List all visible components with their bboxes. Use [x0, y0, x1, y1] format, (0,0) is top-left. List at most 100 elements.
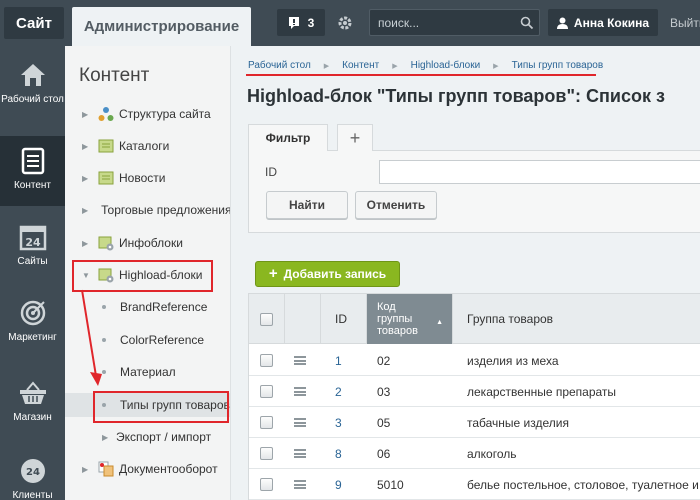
- row-checkbox-cell: [260, 345, 273, 376]
- row-id[interactable]: 2: [335, 376, 342, 407]
- row-code: 06: [377, 446, 391, 461]
- iblock-icon: [98, 139, 114, 153]
- expand-arrow-icon[interactable]: ▶: [82, 142, 90, 151]
- iblock-icon: [98, 171, 114, 185]
- row-checkbox-cell: [260, 376, 273, 407]
- breadcrumb-item[interactable]: Highload-блоки: [411, 60, 481, 71]
- row-id[interactable]: 9: [335, 469, 342, 500]
- table-row[interactable]: 9 5010 белье постельное, столовое, туалетн…: [249, 469, 700, 500]
- row-actions-cell: [294, 376, 306, 407]
- basket-icon: [18, 378, 48, 408]
- site-button[interactable]: Сайт: [4, 7, 64, 39]
- row-actions-cell: [294, 469, 306, 500]
- column-header-group[interactable]: Группа товаров: [453, 294, 700, 344]
- row-group: табачные изделия: [467, 415, 569, 430]
- sort-asc-icon: ▲: [436, 319, 443, 326]
- column-header-id[interactable]: ID: [321, 294, 367, 344]
- table-row[interactable]: 3 05 табачные изделия: [249, 407, 700, 438]
- row-menu-icon[interactable]: [294, 449, 306, 458]
- expand-arrow-icon[interactable]: ▶: [82, 110, 90, 119]
- tree-item-catalogs[interactable]: ▶ Каталоги: [65, 134, 230, 158]
- tree-item-site-structure[interactable]: ▶ Структура сайта: [65, 102, 230, 126]
- row-checkbox[interactable]: [260, 478, 273, 491]
- notifications-count: 3: [307, 15, 315, 30]
- find-button[interactable]: Найти: [266, 191, 348, 219]
- menu-item-clients[interactable]: 24 Клиенты: [0, 456, 65, 500]
- menu-item-marketing[interactable]: Маркетинг: [0, 298, 65, 368]
- row-menu-icon[interactable]: [294, 387, 306, 396]
- expand-arrow-icon[interactable]: ▶: [82, 206, 88, 215]
- admin-button[interactable]: Администрирование: [72, 7, 251, 46]
- row-group: изделия из меха: [467, 353, 559, 368]
- add-filter-tab-button[interactable]: +: [337, 124, 373, 151]
- row-checkbox[interactable]: [260, 385, 273, 398]
- notifications-button[interactable]: 3: [277, 9, 325, 36]
- breadcrumb-item[interactable]: Типы групп товаров: [512, 60, 604, 71]
- infoblock-gear-icon: [98, 236, 114, 251]
- tree-item-offers[interactable]: ▶ Торговые предложения: [65, 198, 230, 222]
- user-menu[interactable]: Анна Кокина: [548, 9, 658, 36]
- menu-item-label: Маркетинг: [8, 332, 57, 343]
- expand-arrow-icon[interactable]: ▶: [102, 433, 110, 442]
- breadcrumb: Рабочий стол ▶ Контент ▶ Highload-блоки …: [248, 60, 603, 71]
- expand-arrow-icon[interactable]: ▶: [82, 239, 90, 248]
- breadcrumb-item[interactable]: Контент: [342, 60, 379, 71]
- search-input[interactable]: [369, 9, 540, 36]
- menu-item-content[interactable]: Контент: [0, 136, 65, 206]
- filter-id-input[interactable]: [379, 160, 700, 184]
- table-header: ID Код группы товаров ▲ Группа товаров: [249, 294, 700, 344]
- menu-item-sites[interactable]: 24 Сайты: [0, 222, 65, 292]
- tree-item-news[interactable]: ▶ Новости: [65, 166, 230, 190]
- menu-item-label: Магазин: [13, 412, 52, 423]
- svg-text:24: 24: [26, 467, 40, 478]
- expand-arrow-icon[interactable]: ▶: [82, 465, 90, 474]
- search-icon[interactable]: [520, 16, 534, 30]
- tree-title: Контент: [79, 65, 150, 86]
- tree-item-label: Материал: [120, 365, 176, 379]
- breadcrumb-highlight: [246, 74, 596, 76]
- clock-24-icon: 24: [18, 456, 48, 486]
- row-id[interactable]: 8: [335, 438, 342, 469]
- expand-arrow-icon[interactable]: ▶: [82, 174, 90, 183]
- row-actions-cell: [294, 407, 306, 438]
- row-checkbox[interactable]: [260, 416, 273, 429]
- tab-filter[interactable]: Фильтр: [248, 124, 328, 151]
- select-all-checkbox[interactable]: [260, 312, 273, 326]
- row-checkbox[interactable]: [260, 447, 273, 460]
- menu-item-desktop[interactable]: Рабочий стол: [0, 60, 65, 130]
- row-checkbox[interactable]: [260, 354, 273, 367]
- tree-item-workflow[interactable]: ▶ Документооборот: [65, 457, 230, 481]
- gear-icon: [338, 16, 352, 30]
- table-row[interactable]: 1 02 изделия из меха: [249, 345, 700, 376]
- row-id[interactable]: 1: [335, 345, 342, 376]
- menu-item-label: Контент: [13, 180, 52, 191]
- table-row[interactable]: 8 06 алкоголь: [249, 438, 700, 469]
- add-record-button[interactable]: + Добавить запись: [255, 261, 400, 287]
- row-menu-icon[interactable]: [294, 418, 306, 427]
- tree-item-label: Экспорт / импорт: [116, 430, 212, 444]
- records-table: ID Код группы товаров ▲ Группа товаров 1…: [248, 293, 700, 500]
- row-menu-icon[interactable]: [294, 480, 306, 489]
- row-menu-icon[interactable]: [294, 356, 306, 365]
- menu-item-label: Рабочий стол: [1, 94, 64, 105]
- row-code: 03: [377, 384, 391, 399]
- settings-button[interactable]: [334, 12, 356, 34]
- notification-flag-icon: [288, 17, 299, 29]
- row-group: лекарственные препараты: [467, 384, 617, 399]
- row-id[interactable]: 3: [335, 407, 342, 438]
- menu-item-shop[interactable]: Магазин: [0, 378, 65, 448]
- breadcrumb-item[interactable]: Рабочий стол: [248, 60, 311, 71]
- actions-header: [285, 294, 321, 344]
- column-header-code[interactable]: Код группы товаров ▲: [367, 294, 453, 344]
- logout-link[interactable]: Выйти: [670, 16, 700, 30]
- filter-id-label: ID: [265, 165, 277, 179]
- breadcrumb-separator-icon: ▶: [392, 62, 398, 70]
- user-icon: [556, 17, 568, 29]
- main-menu: Рабочий стол Контент 24 Сайты Маркетинг …: [0, 46, 65, 500]
- row-code: 5010: [377, 477, 404, 492]
- tree-item-export-import[interactable]: ▶ Экспорт / импорт: [65, 425, 230, 449]
- table-row[interactable]: 2 03 лекарственные препараты: [249, 376, 700, 407]
- tree-item-infoblocks[interactable]: ▶ Инфоблоки: [65, 231, 230, 255]
- breadcrumb-separator-icon: ▶: [323, 62, 330, 70]
- cancel-button[interactable]: Отменить: [355, 191, 437, 219]
